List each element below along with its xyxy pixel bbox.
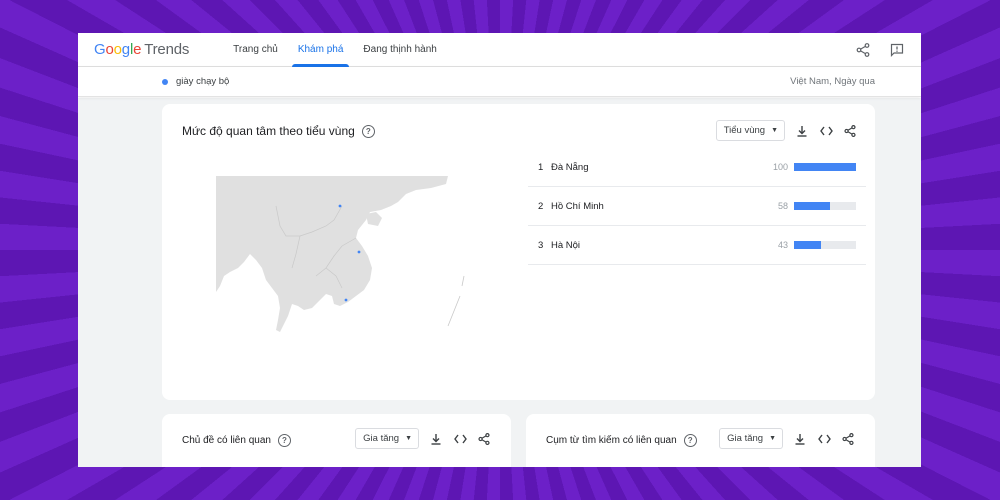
subregion-select[interactable]: Tiểu vùng ▼ bbox=[715, 120, 785, 141]
interest-bar bbox=[794, 163, 856, 171]
google-trends-logo[interactable]: Google Trends bbox=[94, 41, 189, 58]
subregion-ranking-list: 1 Đà Nẵng 100 2 Hồ Chí Minh 58 3 Hà Nội … bbox=[528, 148, 866, 265]
card-title: Cụm từ tìm kiếm có liên quan bbox=[546, 435, 677, 446]
region-name: Đà Nẵng bbox=[551, 161, 589, 173]
region-name: Hồ Chí Minh bbox=[551, 200, 604, 212]
content-area: Mức độ quan tâm theo tiểu vùng ? Tiểu vù… bbox=[78, 98, 921, 467]
list-item[interactable]: 2 Hồ Chí Minh 58 bbox=[528, 187, 866, 226]
rank-number: 3 bbox=[538, 239, 544, 251]
region-date-filter[interactable]: Việt Nam, Ngày qua bbox=[790, 76, 875, 87]
search-term[interactable]: giày chạy bộ bbox=[176, 76, 229, 87]
card-title: Mức độ quan tâm theo tiểu vùng bbox=[182, 124, 355, 138]
share-icon[interactable] bbox=[843, 124, 857, 138]
interest-value: 58 bbox=[777, 201, 788, 211]
logo-trends: Trends bbox=[144, 41, 190, 58]
select-label: Tiểu vùng bbox=[723, 125, 766, 136]
download-icon[interactable] bbox=[793, 432, 807, 446]
vietnam-region-map[interactable] bbox=[216, 176, 466, 336]
map-marker-danang bbox=[357, 250, 361, 254]
logo-google: Google bbox=[94, 41, 142, 58]
nav-explore[interactable]: Khám phá bbox=[288, 33, 354, 67]
list-item[interactable]: 3 Hà Nội 43 bbox=[528, 226, 866, 265]
share-icon[interactable] bbox=[855, 42, 871, 58]
related-queries-card: Cụm từ tìm kiếm có liên quan ? Gia tăng … bbox=[526, 414, 875, 467]
related-topics-card: Chủ đề có liên quan ? Gia tăng ▼ bbox=[162, 414, 511, 467]
interest-bar-fill bbox=[794, 241, 821, 249]
download-icon[interactable] bbox=[429, 432, 443, 446]
dropdown-caret-icon: ▼ bbox=[405, 435, 412, 442]
list-item[interactable]: 1 Đà Nẵng 100 bbox=[528, 148, 866, 187]
help-icon[interactable]: ? bbox=[277, 434, 291, 447]
search-term-bar: giày chạy bộ Việt Nam, Ngày qua bbox=[78, 67, 921, 97]
dropdown-caret-icon: ▼ bbox=[771, 127, 778, 134]
main-nav: Trang chủ Khám phá Đang thịnh hành bbox=[223, 33, 447, 67]
interest-bar-fill bbox=[794, 202, 830, 210]
map-marker-hanoi bbox=[338, 204, 342, 208]
share-icon[interactable] bbox=[841, 432, 855, 446]
nav-trending[interactable]: Đang thịnh hành bbox=[353, 33, 446, 67]
browser-window: Google Trends Trang chủ Khám phá Đang th… bbox=[78, 33, 921, 467]
term-color-dot bbox=[162, 78, 168, 85]
map-landmass bbox=[216, 176, 448, 332]
map-marker-hochiminh bbox=[344, 298, 348, 302]
help-icon[interactable]: ? bbox=[361, 124, 375, 138]
interest-bar bbox=[794, 241, 856, 249]
interest-value: 100 bbox=[772, 162, 788, 172]
interest-bar-fill bbox=[794, 163, 856, 171]
interest-by-subregion-card: Mức độ quan tâm theo tiểu vùng ? Tiểu vù… bbox=[162, 104, 875, 400]
map-coast-line-2 bbox=[461, 275, 465, 287]
related-queries-select[interactable]: Gia tăng ▼ bbox=[719, 428, 783, 449]
embed-icon[interactable] bbox=[817, 432, 831, 446]
interest-value: 43 bbox=[777, 240, 788, 250]
share-icon[interactable] bbox=[477, 432, 491, 446]
rank-number: 1 bbox=[538, 161, 544, 173]
related-topics-select[interactable]: Gia tăng ▼ bbox=[355, 428, 419, 449]
select-label: Gia tăng bbox=[363, 433, 400, 444]
map-island bbox=[366, 212, 382, 226]
select-label: Gia tăng bbox=[727, 433, 764, 444]
feedback-icon[interactable] bbox=[889, 42, 905, 58]
help-icon[interactable]: ? bbox=[683, 434, 697, 447]
top-bar: Google Trends Trang chủ Khám phá Đang th… bbox=[78, 33, 921, 67]
embed-icon[interactable] bbox=[453, 432, 467, 446]
download-icon[interactable] bbox=[795, 124, 809, 138]
embed-icon[interactable] bbox=[819, 124, 833, 138]
rank-number: 2 bbox=[538, 200, 544, 212]
dropdown-caret-icon: ▼ bbox=[769, 435, 776, 442]
interest-bar bbox=[794, 202, 856, 210]
region-name: Hà Nội bbox=[551, 239, 581, 251]
nav-home[interactable]: Trang chủ bbox=[223, 33, 288, 67]
card-title: Chủ đề có liên quan bbox=[182, 435, 271, 446]
map-coast-line bbox=[447, 295, 461, 327]
